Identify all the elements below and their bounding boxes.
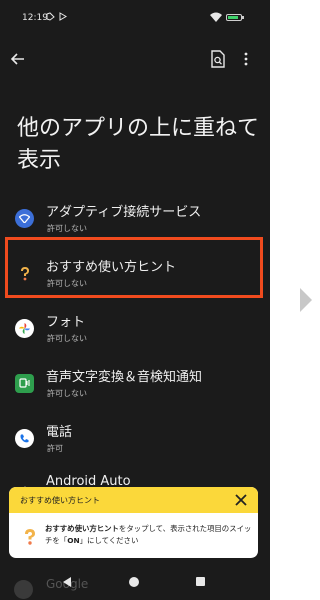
app-name: アダプティブ接続サービス (46, 205, 202, 220)
phone-icon (15, 429, 34, 448)
app-name: 音声文字変換＆音検知通知 (46, 370, 203, 385)
status-bar: 12:19 (0, 0, 270, 30)
close-icon[interactable] (233, 492, 249, 508)
tooltip-body-bold: おすすめ使い方ヒント (45, 524, 119, 533)
live-transcribe-icon (15, 374, 34, 393)
app-permission-status: 許可しない (47, 334, 87, 343)
highlight-frame (5, 237, 263, 298)
app-row-photos[interactable]: フォト 許可しない (0, 307, 270, 355)
notification-icon (46, 12, 55, 24)
next-step-arrow-icon (300, 288, 312, 312)
app-name: 電話 (46, 425, 73, 440)
status-time: 12:19 (22, 13, 48, 23)
app-row-live-transcribe[interactable]: 音声文字変換＆音検知通知 許可しない (0, 362, 270, 410)
nav-home-icon[interactable] (129, 577, 139, 587)
app-permission-status: 許可 (47, 444, 63, 453)
back-arrow-icon[interactable] (9, 50, 27, 68)
photos-icon (15, 319, 34, 338)
nav-recents-icon[interactable] (196, 577, 205, 586)
play-protect-icon (58, 12, 67, 24)
app-row-phone[interactable]: 電話 許可 (0, 417, 270, 465)
search-settings-icon[interactable] (210, 50, 226, 68)
tip-tooltip: おすすめ使い方ヒント おすすめ使い方ヒントをタップして、表示された項目のスイッチ… (9, 487, 258, 558)
tips-icon (25, 529, 35, 545)
tooltip-body-text-end: 」にしてください (79, 536, 139, 545)
wifi-icon (210, 12, 222, 25)
battery-icon (226, 14, 244, 21)
more-options-icon[interactable] (243, 51, 249, 67)
app-bar (0, 44, 270, 74)
tooltip-title: おすすめ使い方ヒント (20, 496, 100, 505)
adaptive-connectivity-icon (15, 209, 34, 228)
app-name: フォト (46, 315, 86, 330)
app-permission-status: 許可しない (47, 389, 87, 398)
navigation-bar (0, 568, 270, 600)
tooltip-body-on: ON (67, 536, 80, 545)
tooltip-body: おすすめ使い方ヒントをタップして、表示された項目のスイッチを「ON」にしてくださ… (45, 523, 255, 547)
nav-back-icon[interactable] (62, 576, 72, 588)
app-permission-status: 許可しない (47, 224, 87, 233)
phone-screen: 12:19 他のアプリの上に重ねて表示 アダプティブ接続サービス 許可しない お… (0, 0, 270, 600)
tooltip-header: おすすめ使い方ヒント (9, 487, 258, 513)
page-title: 他のアプリの上に重ねて表示 (17, 116, 260, 173)
